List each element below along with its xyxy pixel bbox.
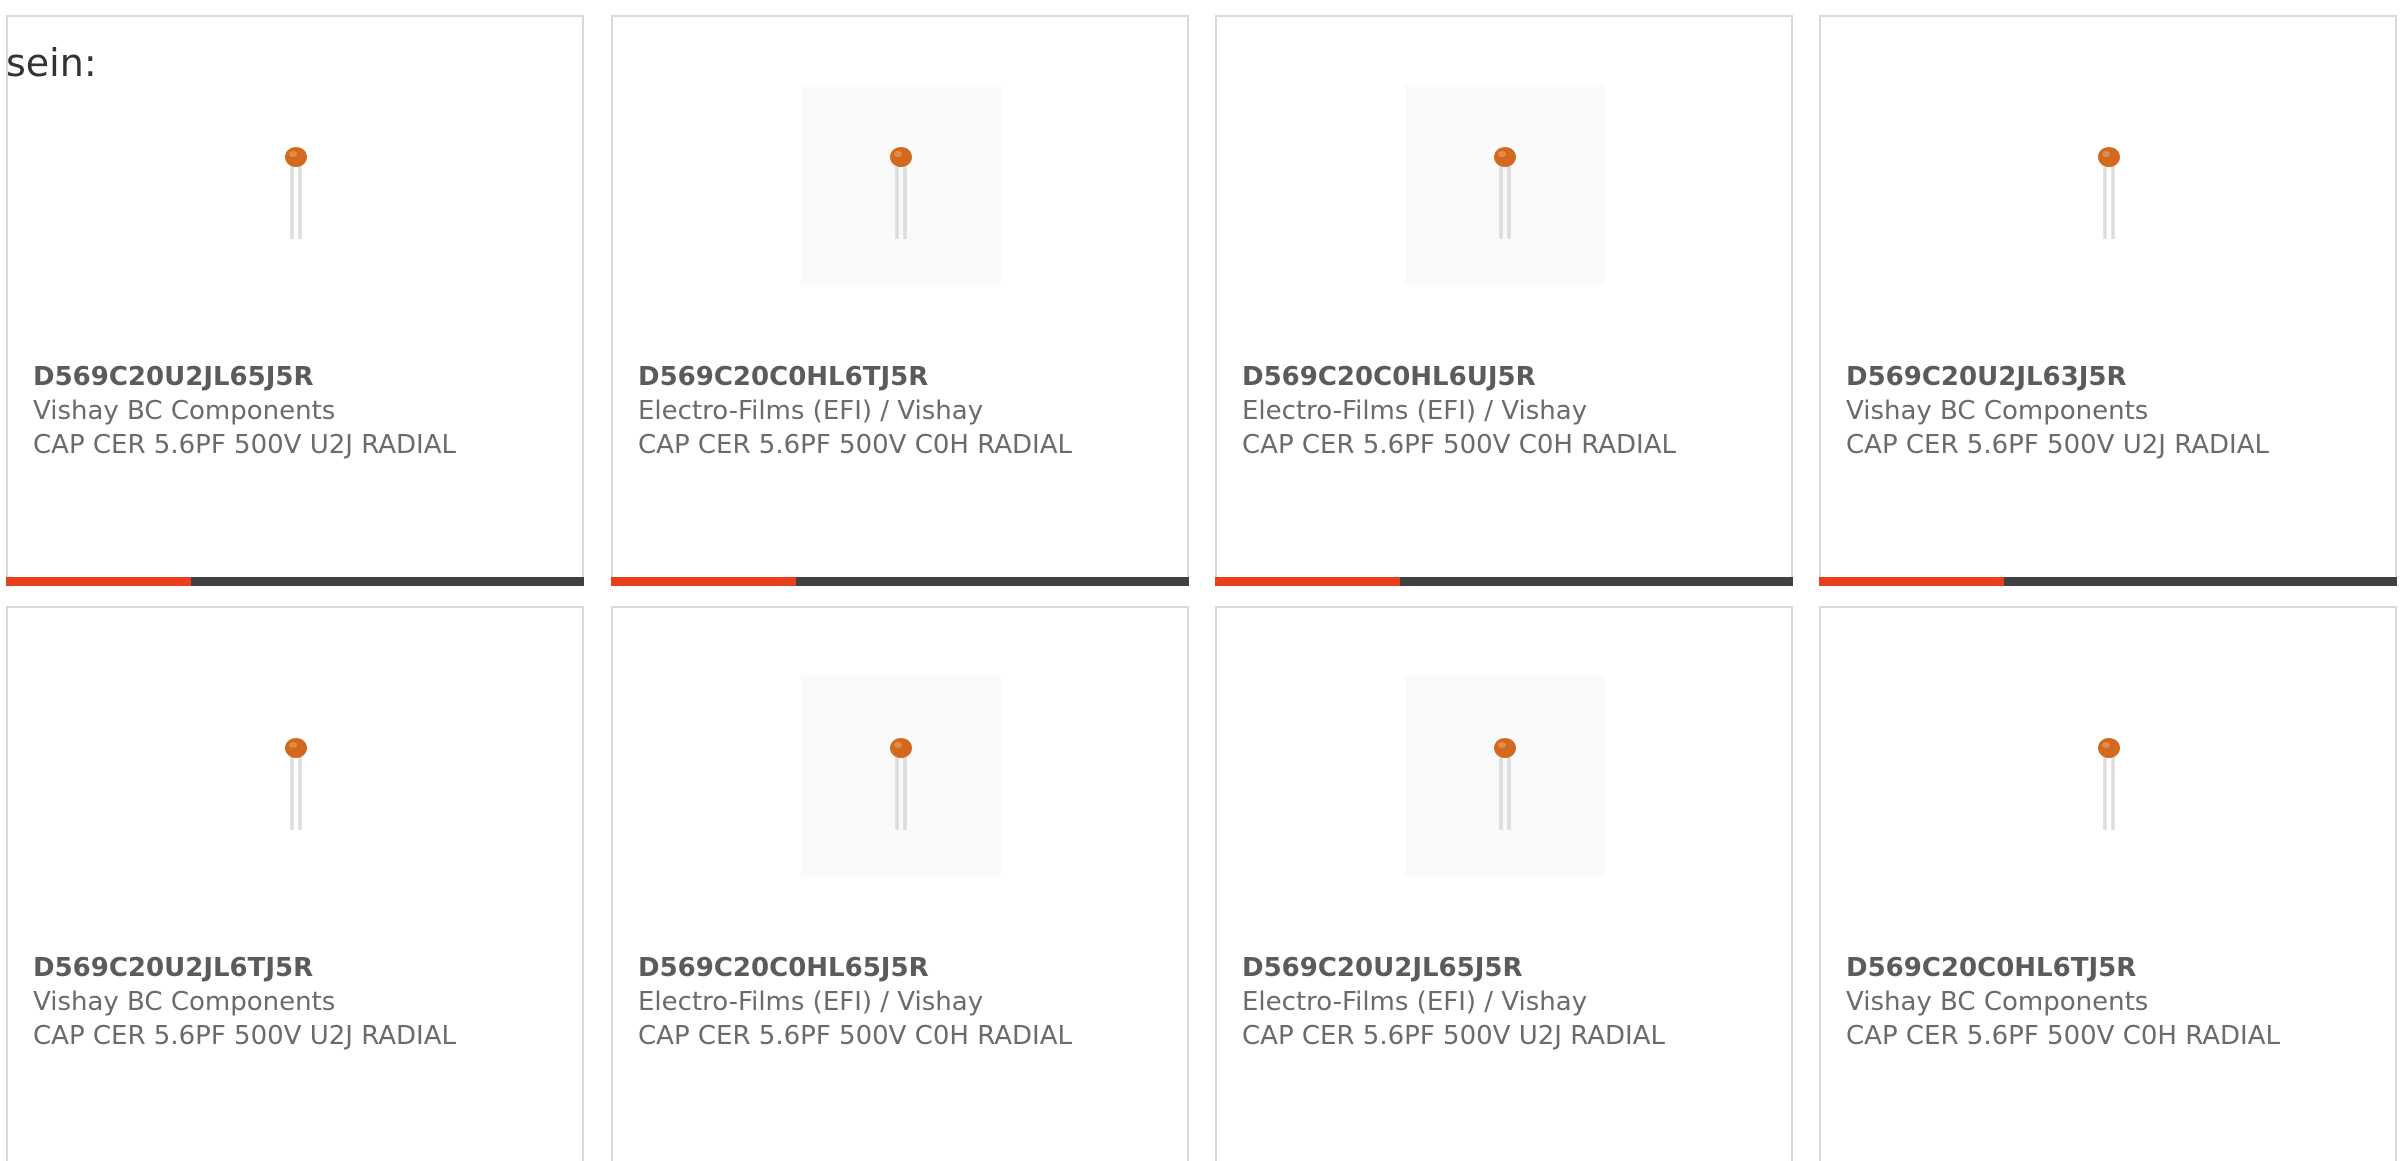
product-grid-page: sein: D569C20U2JL65J5R Vishay BC Compone… — [0, 0, 2400, 1161]
progress-track — [190, 577, 584, 586]
product-card[interactable]: D569C20U2JL65J5R Vishay BC Components CA… — [6, 15, 584, 586]
ceramic-capacitor-icon — [2098, 147, 2120, 239]
manufacturer: Vishay BC Components — [33, 987, 336, 1017]
product-info: D569C20C0HL6TJ5R Vishay BC Components CA… — [1846, 951, 2385, 1053]
product-info: D569C20U2JL63J5R Vishay BC Components CA… — [1846, 360, 2385, 462]
product-card[interactable]: D569C20C0HL6TJ5R Vishay BC Components CA… — [1819, 606, 2397, 1161]
progress-bar — [1819, 577, 2397, 586]
part-number[interactable]: D569C20C0HL65J5R — [638, 951, 1177, 985]
description: CAP CER 5.6PF 500V C0H RADIAL — [638, 430, 1072, 460]
description: CAP CER 5.6PF 500V C0H RADIAL — [638, 1021, 1072, 1051]
product-image[interactable] — [1405, 85, 1605, 285]
description: CAP CER 5.6PF 500V U2J RADIAL — [33, 430, 456, 460]
manufacturer: Electro-Films (EFI) / Vishay — [638, 987, 984, 1017]
manufacturer: Vishay BC Components — [1846, 987, 2149, 1017]
progress-track — [1399, 577, 1793, 586]
product-image[interactable] — [2009, 676, 2209, 876]
description: CAP CER 5.6PF 500V U2J RADIAL — [1846, 430, 2269, 460]
product-card[interactable]: D569C20U2JL63J5R Vishay BC Components CA… — [1819, 15, 2397, 586]
ceramic-capacitor-icon — [2098, 738, 2120, 830]
part-number[interactable]: D569C20C0HL6TJ5R — [638, 360, 1177, 394]
part-number[interactable]: D569C20U2JL6TJ5R — [33, 951, 572, 985]
product-info: D569C20U2JL6TJ5R Vishay BC Components CA… — [33, 951, 572, 1053]
ceramic-capacitor-icon — [1494, 738, 1516, 830]
description: CAP CER 5.6PF 500V U2J RADIAL — [33, 1021, 456, 1051]
product-image[interactable] — [801, 676, 1001, 876]
product-image[interactable] — [1405, 676, 1605, 876]
manufacturer: Vishay BC Components — [33, 396, 336, 426]
product-card[interactable]: D569C20C0HL65J5R Electro-Films (EFI) / V… — [611, 606, 1189, 1161]
part-number[interactable]: D569C20C0HL6TJ5R — [1846, 951, 2385, 985]
product-image[interactable] — [801, 85, 1001, 285]
ceramic-capacitor-icon — [890, 147, 912, 239]
ceramic-capacitor-icon — [890, 738, 912, 830]
ceramic-capacitor-icon — [285, 738, 307, 830]
progress-track — [795, 577, 1189, 586]
description: CAP CER 5.6PF 500V C0H RADIAL — [1846, 1021, 2280, 1051]
part-number[interactable]: D569C20U2JL65J5R — [1242, 951, 1781, 985]
product-card[interactable]: D569C20U2JL6TJ5R Vishay BC Components CA… — [6, 606, 584, 1161]
product-image[interactable] — [196, 85, 396, 285]
ceramic-capacitor-icon — [1494, 147, 1516, 239]
manufacturer: Electro-Films (EFI) / Vishay — [1242, 396, 1588, 426]
manufacturer: Electro-Films (EFI) / Vishay — [638, 396, 984, 426]
product-card[interactable]: D569C20U2JL65J5R Electro-Films (EFI) / V… — [1215, 606, 1793, 1161]
product-info: D569C20C0HL6TJ5R Electro-Films (EFI) / V… — [638, 360, 1177, 462]
description: CAP CER 5.6PF 500V U2J RADIAL — [1242, 1021, 1665, 1051]
product-info: D569C20U2JL65J5R Electro-Films (EFI) / V… — [1242, 951, 1781, 1053]
part-number[interactable]: D569C20U2JL65J5R — [33, 360, 572, 394]
description: CAP CER 5.6PF 500V C0H RADIAL — [1242, 430, 1676, 460]
product-card[interactable]: D569C20C0HL6UJ5R Electro-Films (EFI) / V… — [1215, 15, 1793, 586]
progress-fill — [6, 577, 191, 586]
progress-fill — [1819, 577, 2004, 586]
progress-bar — [1215, 577, 1793, 586]
progress-fill — [1215, 577, 1400, 586]
product-card[interactable]: D569C20C0HL6TJ5R Electro-Films (EFI) / V… — [611, 15, 1189, 586]
ceramic-capacitor-icon — [285, 147, 307, 239]
product-info: D569C20U2JL65J5R Vishay BC Components CA… — [33, 360, 572, 462]
product-image[interactable] — [196, 676, 396, 876]
product-image[interactable] — [2009, 85, 2209, 285]
part-number[interactable]: D569C20U2JL63J5R — [1846, 360, 2385, 394]
product-info: D569C20C0HL65J5R Electro-Films (EFI) / V… — [638, 951, 1177, 1053]
progress-track — [2003, 577, 2397, 586]
product-info: D569C20C0HL6UJ5R Electro-Films (EFI) / V… — [1242, 360, 1781, 462]
progress-bar — [6, 577, 584, 586]
manufacturer: Vishay BC Components — [1846, 396, 2149, 426]
manufacturer: Electro-Films (EFI) / Vishay — [1242, 987, 1588, 1017]
progress-fill — [611, 577, 796, 586]
section-heading: sein: — [6, 41, 97, 85]
part-number[interactable]: D569C20C0HL6UJ5R — [1242, 360, 1781, 394]
progress-bar — [611, 577, 1189, 586]
